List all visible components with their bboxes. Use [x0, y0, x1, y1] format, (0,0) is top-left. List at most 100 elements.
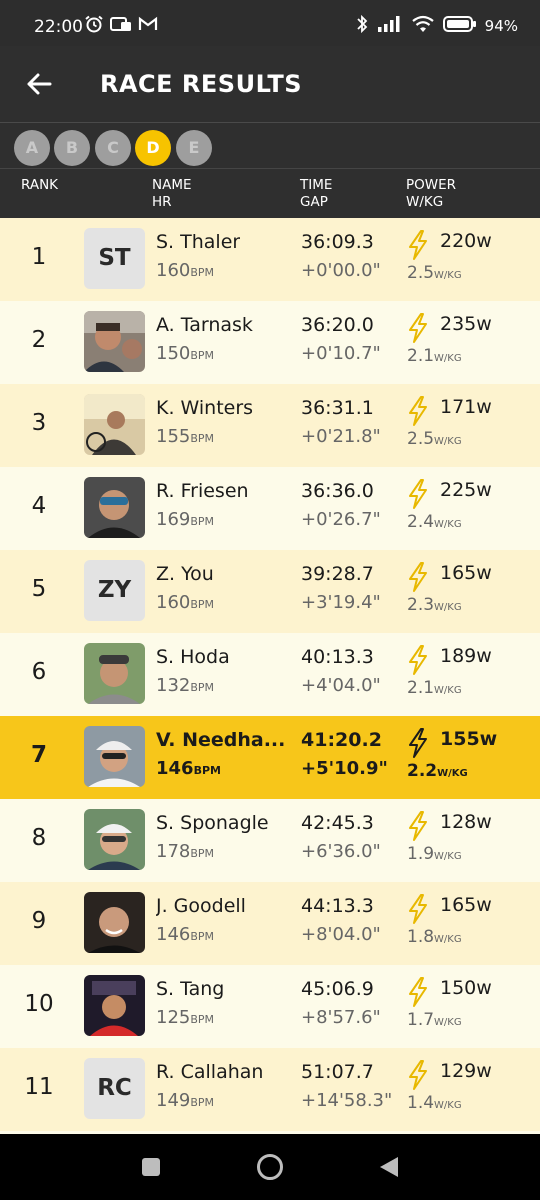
- lightning-bolt-icon: [409, 479, 427, 509]
- power-watts: 220w: [440, 230, 492, 252]
- alarm-icon: [84, 15, 104, 37]
- result-row[interactable]: 9 J. Goodell 146BPM 44:13.3 +8'04.0" 165…: [0, 882, 540, 965]
- category-tab-a[interactable]: A: [14, 130, 50, 166]
- time-gap: +8'57.6": [301, 1007, 381, 1028]
- lightning-bolt-icon: [409, 1060, 427, 1090]
- rider-name: Z. You: [156, 563, 214, 585]
- page-title: RACE RESULTS: [100, 70, 303, 98]
- rank: 9: [31, 908, 47, 934]
- system-nav-bar: [0, 1134, 540, 1200]
- avatar: [84, 726, 145, 787]
- heart-rate: 155BPM: [156, 426, 215, 447]
- rank: 2: [31, 327, 47, 353]
- watts-per-kg: 1.8W/KG: [407, 927, 462, 947]
- avatar: [84, 477, 145, 538]
- result-row[interactable]: 8 S. Sponagle 178BPM 42:45.3 +6'36.0" 12…: [0, 799, 540, 882]
- name-column-header[interactable]: NAME HR: [152, 177, 192, 211]
- category-tab-d[interactable]: D: [135, 130, 171, 166]
- back-triangle-icon[interactable]: [378, 1155, 400, 1179]
- result-row[interactable]: 6 S. Hoda 132BPM 40:13.3 +4'04.0" 189w 2…: [0, 633, 540, 716]
- signal-icon: [377, 15, 403, 37]
- home-circle-icon[interactable]: [256, 1153, 284, 1181]
- category-tabs: A B C D E: [0, 123, 540, 168]
- finish-time: 45:06.9: [301, 978, 374, 1000]
- finish-time: 51:07.7: [301, 1061, 374, 1083]
- time-gap: +0'26.7": [301, 509, 381, 530]
- watts-per-kg: 2.3W/KG: [407, 595, 462, 615]
- bluetooth-icon: [355, 14, 369, 38]
- avatar: RC: [84, 1058, 145, 1119]
- rank-column-header[interactable]: RANK: [21, 177, 58, 194]
- lightning-bolt-icon: [409, 230, 427, 260]
- power-watts: 171w: [440, 396, 492, 418]
- result-row[interactable]: 2 A. Tarnask 150BPM 36:20.0 +0'10.7" 235…: [0, 301, 540, 384]
- app-header: RACE RESULTS: [0, 46, 540, 122]
- power-watts: 165w: [440, 894, 492, 916]
- finish-time: 36:36.0: [301, 480, 374, 502]
- time-gap: +5'10.9": [301, 758, 388, 779]
- heart-rate: 169BPM: [156, 509, 215, 530]
- time-gap: +8'04.0": [301, 924, 381, 945]
- wifi-icon: [411, 15, 435, 37]
- rider-name: R. Callahan: [156, 1061, 264, 1083]
- result-row[interactable]: 4 R. Friesen 169BPM 36:36.0 +0'26.7" 225…: [0, 467, 540, 550]
- power-watts: 165w: [440, 562, 492, 584]
- lightning-bolt-icon: [409, 811, 427, 841]
- power-watts: 150w: [440, 977, 492, 999]
- avatar: [84, 892, 145, 953]
- watts-per-kg: 2.2W/KG: [407, 761, 468, 781]
- result-row[interactable]: 1 ST S. Thaler 160BPM 36:09.3 +0'00.0" 2…: [0, 218, 540, 301]
- avatar: [84, 975, 145, 1036]
- rank: 4: [31, 493, 47, 519]
- avatar: ZY: [84, 560, 145, 621]
- watts-per-kg: 2.5W/KG: [407, 263, 462, 283]
- rank: 8: [31, 825, 47, 851]
- avatar: [84, 643, 145, 704]
- rider-name: S. Thaler: [156, 231, 241, 253]
- battery-icon: [442, 15, 477, 37]
- power-watts: 235w: [440, 313, 492, 335]
- heart-rate: 146BPM: [156, 758, 221, 779]
- lightning-bolt-icon: [409, 894, 427, 924]
- lightning-bolt-icon: [409, 728, 427, 758]
- rank: 10: [24, 991, 54, 1017]
- finish-time: 36:09.3: [301, 231, 374, 253]
- finish-time: 36:20.0: [301, 314, 374, 336]
- heart-rate: 146BPM: [156, 924, 215, 945]
- finish-time: 36:31.1: [301, 397, 374, 419]
- result-row-current-user[interactable]: 7 V. Needha... 146BPM 41:20.2 +5'10.9" 1…: [0, 716, 540, 799]
- heart-rate: 150BPM: [156, 343, 215, 364]
- category-tab-c[interactable]: C: [95, 130, 131, 166]
- power-watts: 225w: [440, 479, 492, 501]
- time-gap: +0'21.8": [301, 426, 381, 447]
- status-bar: 22:00 94%: [0, 0, 540, 46]
- rank: 7: [30, 742, 47, 768]
- result-row[interactable]: 10 S. Tang 125BPM 45:06.9 +8'57.6" 150w …: [0, 965, 540, 1048]
- time-gap: +4'04.0": [301, 675, 381, 696]
- lightning-bolt-icon: [409, 396, 427, 426]
- category-tab-e[interactable]: E: [176, 130, 212, 166]
- rider-name: S. Tang: [156, 978, 225, 1000]
- back-button[interactable]: [22, 66, 58, 102]
- gmail-icon: [138, 15, 158, 37]
- category-tab-b[interactable]: B: [54, 130, 90, 166]
- recents-square-icon[interactable]: [141, 1157, 161, 1177]
- power-column-header[interactable]: POWER W/KG: [406, 177, 456, 211]
- rank: 5: [31, 576, 47, 602]
- status-left-icons: [84, 15, 158, 37]
- result-row[interactable]: 5 ZY Z. You 160BPM 39:28.7 +3'19.4" 165w…: [0, 550, 540, 633]
- result-row[interactable]: 3 K. Winters 155BPM 36:31.1 +0'21.8" 171…: [0, 384, 540, 467]
- watts-per-kg: 1.4W/KG: [407, 1093, 462, 1113]
- time-column-header[interactable]: TIME GAP: [300, 177, 332, 211]
- rider-name: R. Friesen: [156, 480, 249, 502]
- watts-per-kg: 2.4W/KG: [407, 512, 462, 532]
- lightning-bolt-icon: [409, 977, 427, 1007]
- status-time: 22:00: [34, 17, 83, 37]
- result-row[interactable]: 11 RC R. Callahan 149BPM 51:07.7 +14'58.…: [0, 1048, 540, 1131]
- finish-time: 40:13.3: [301, 646, 374, 668]
- battery-percentage: 94%: [484, 17, 518, 35]
- heart-rate: 160BPM: [156, 592, 215, 613]
- rank: 6: [31, 659, 47, 685]
- rider-name: K. Winters: [156, 397, 254, 419]
- lightning-bolt-icon: [409, 645, 427, 675]
